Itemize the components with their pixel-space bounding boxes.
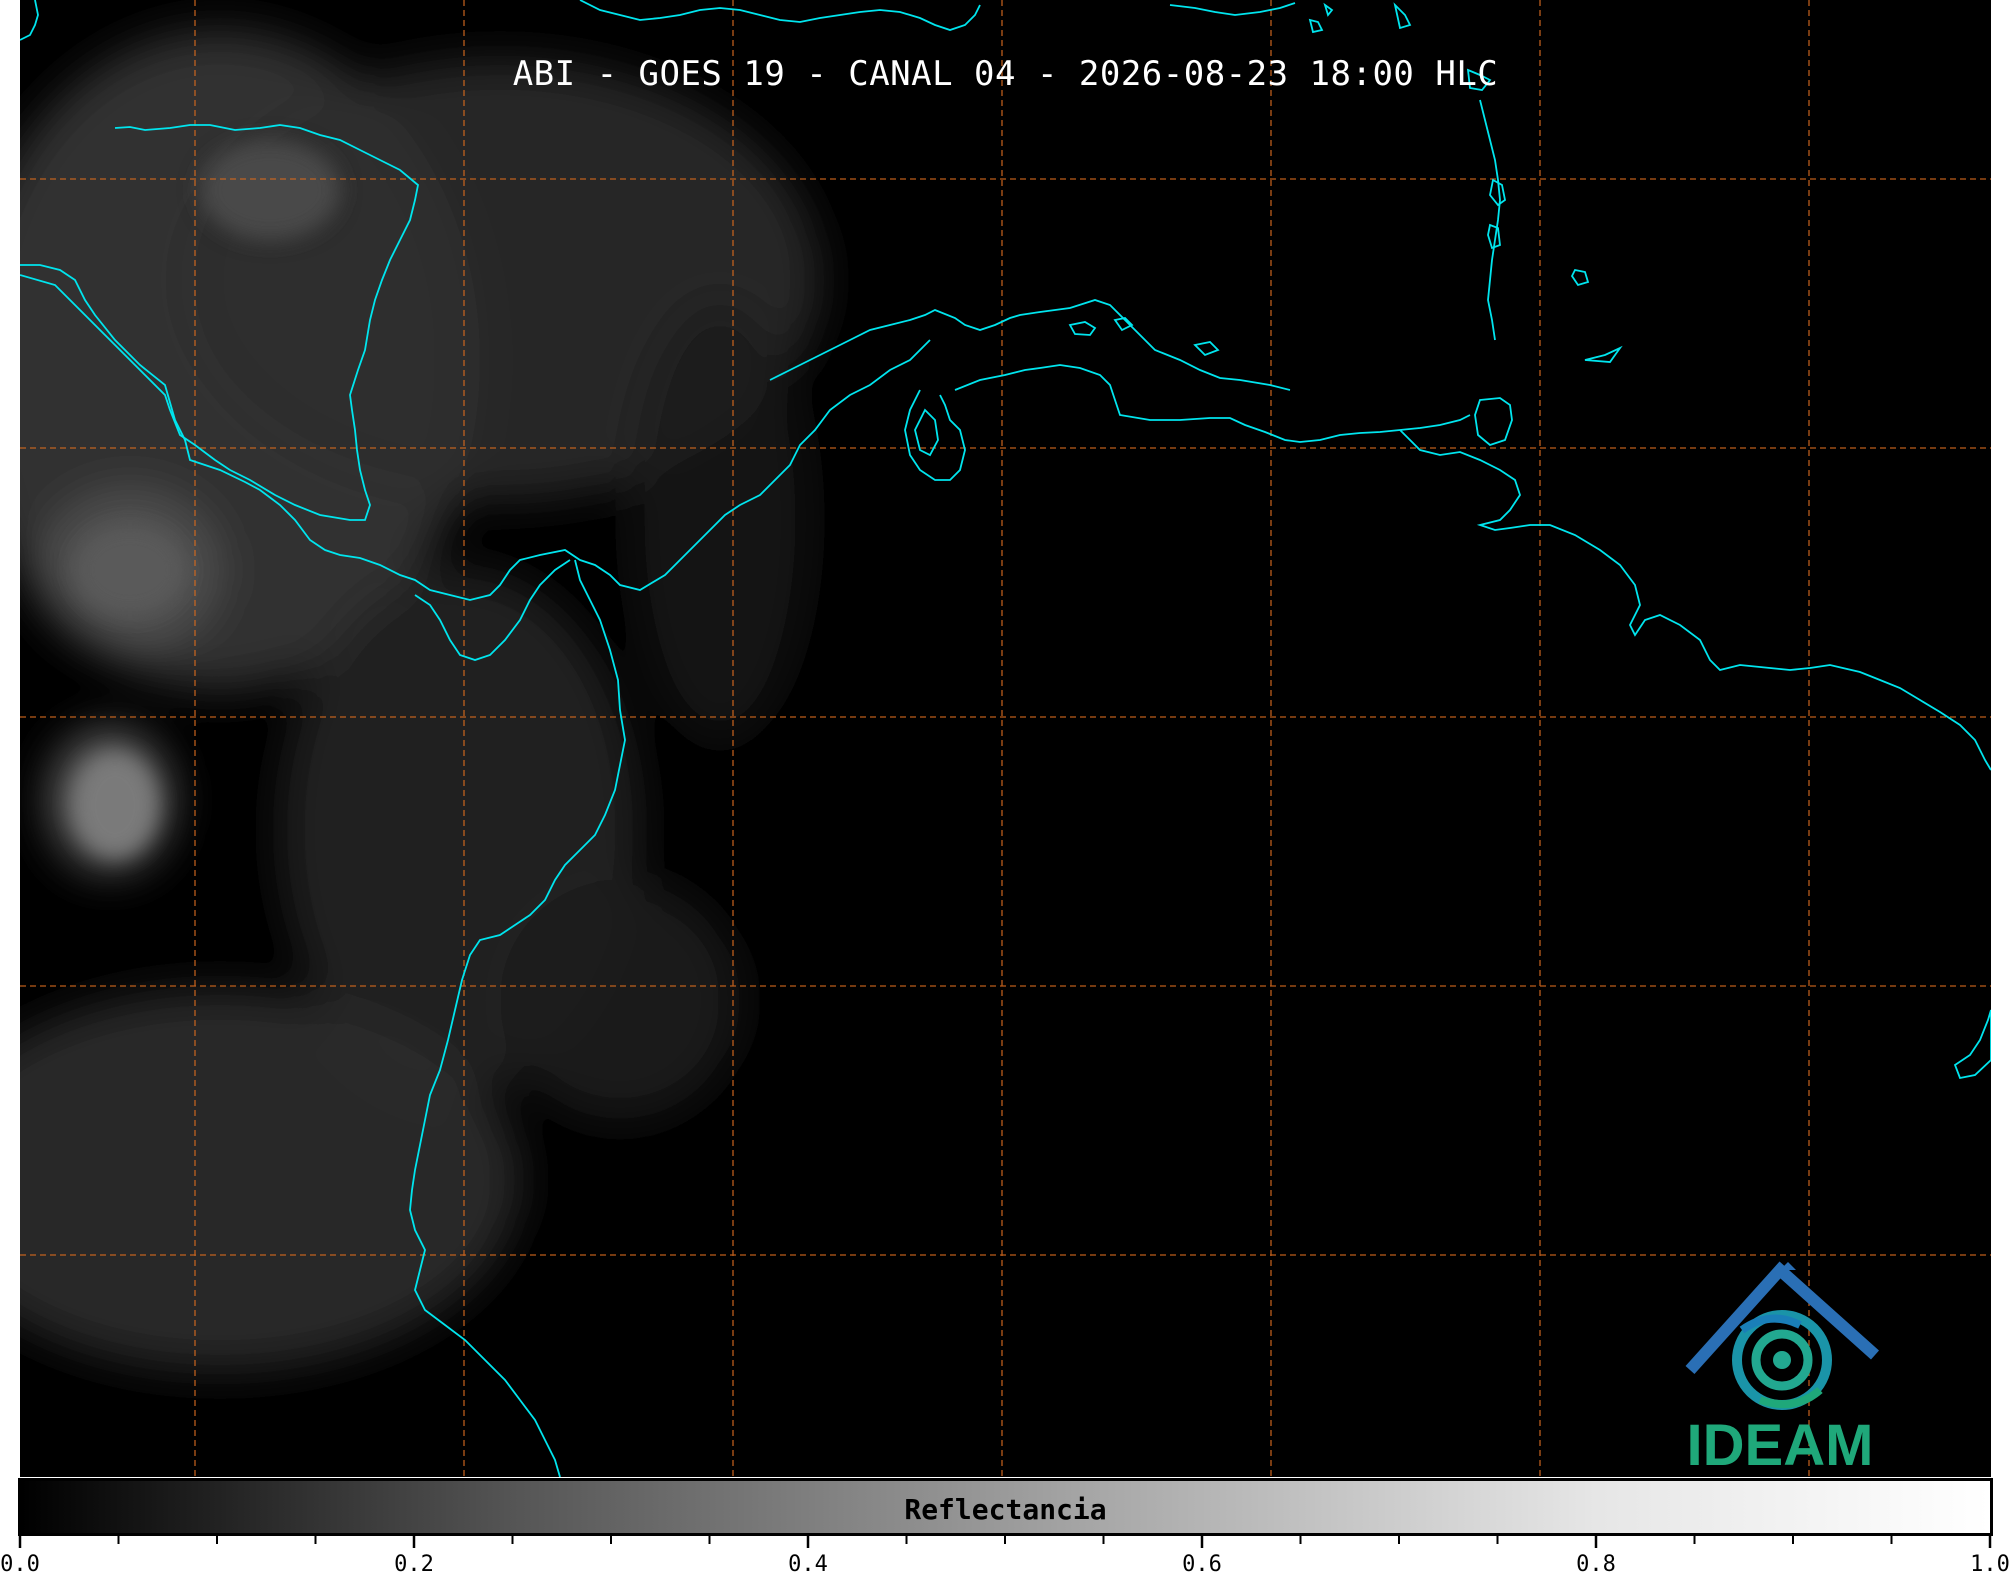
- tick-label: 1.0: [1970, 1552, 2010, 1577]
- trinidad-coast: [1474, 397, 1513, 447]
- lesser-antilles: [1479, 99, 1501, 341]
- tick-label: 0.0: [0, 1552, 40, 1577]
- colorbar: Reflectancia: [18, 1478, 1993, 1536]
- cloud-cover: [20, 30, 820, 1370]
- greater-antilles-south-coast: [579, 0, 981, 31]
- tick-label: 0.4: [788, 1552, 828, 1577]
- tick-label: 0.8: [1576, 1552, 1616, 1577]
- map-title: ABI - GOES 19 - CANAL 04 - 2026-08-23 18…: [512, 54, 1499, 94]
- caribbean-island: [1323, 2, 1334, 17]
- venezuela-east-coast: [1399, 429, 1991, 771]
- caribbean-island: [1308, 18, 1324, 34]
- tick-label: 0.6: [1182, 1552, 1222, 1577]
- caribbean-island: [1393, 2, 1412, 30]
- satellite-map: ABI - GOES 19 - CANAL 04 - 2026-08-23 18…: [20, 0, 1991, 1477]
- abc-island: [1193, 341, 1220, 357]
- caribbean-island: [1570, 268, 1590, 287]
- caribbean-island: [1584, 345, 1623, 363]
- caribbean-island: [1169, 2, 1296, 16]
- colorbar-label: Reflectancia: [904, 1493, 1107, 1526]
- east-coast-island: [1953, 1009, 1991, 1080]
- tick-label: 0.2: [394, 1552, 434, 1577]
- guajira-peninsula: [904, 389, 966, 481]
- ideam-logo: IDEAM: [1660, 1250, 1900, 1477]
- colorbar-ticks: [18, 1536, 1992, 1548]
- venezuela-coast: [954, 364, 1471, 443]
- west-coast-fragment: [20, 0, 39, 41]
- abc-island: [1068, 321, 1097, 336]
- lake-maracaibo: [914, 408, 939, 457]
- logo-text: IDEAM: [1686, 1413, 1874, 1477]
